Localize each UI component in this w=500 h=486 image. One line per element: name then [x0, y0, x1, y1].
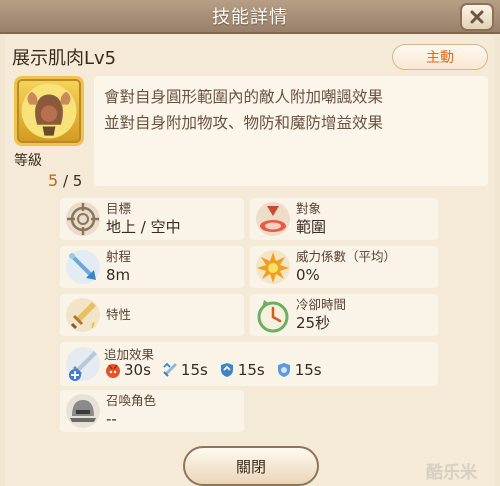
effect-item: 30s	[104, 361, 151, 379]
level-current: 5	[48, 171, 59, 190]
close-dialog-button[interactable]: 關閉	[183, 446, 319, 486]
explosion-icon	[256, 250, 290, 284]
target-label: 目標	[106, 201, 132, 216]
area-card: 對象 範圍	[250, 198, 438, 240]
effect-duration: 15s	[294, 361, 322, 379]
description-line: 會對自身圓形範圍內的敵人附加嘲諷效果	[104, 88, 384, 106]
helmet-icon	[66, 394, 100, 428]
effects-list: 30s 15s 15s 15s	[104, 361, 332, 379]
target-card: 目標 地上 / 空中	[60, 198, 244, 240]
effect-duration: 30s	[124, 361, 151, 379]
description-line: 並對自身附加物攻、物防和魔防增益效果	[104, 114, 384, 132]
cooldown-value: 25秒	[296, 314, 331, 332]
skill-muscle-icon	[14, 76, 84, 146]
summon-card: 召喚角色 --	[60, 390, 244, 432]
additional-effects-card: 追加效果 30s 15s 15s 15s	[60, 342, 438, 386]
effect-duration: 15s	[180, 361, 208, 379]
buff-sword-icon	[66, 347, 100, 381]
magic-defense-up-icon	[277, 363, 290, 377]
watermark: 酷乐米	[426, 463, 477, 483]
area-label: 對象	[296, 201, 322, 216]
range-card: 射程 8m	[60, 246, 244, 288]
target-value: 地上 / 空中	[106, 218, 181, 236]
crosshair-icon	[66, 202, 100, 236]
skill-name: 展示肌肉Lv5	[12, 48, 117, 69]
effect-item: 15s	[161, 361, 208, 379]
skill-description: 會對自身圓形範圍內的敵人附加嘲諷效果 並對自身附加物攻、物防和魔防增益效果	[94, 76, 488, 186]
clock-icon	[257, 300, 289, 333]
trait-label: 特性	[106, 307, 132, 322]
level-label: 等級	[14, 153, 42, 169]
trait-card: 特性	[60, 294, 244, 336]
range-label: 射程	[106, 249, 132, 264]
defense-up-icon	[220, 363, 233, 377]
level-value: 5 / 5	[48, 171, 82, 190]
window-title: 技能詳情	[212, 7, 288, 28]
title-bar: 技能詳情	[0, 0, 500, 34]
range-arrow-icon	[66, 250, 100, 284]
summon-value: --	[106, 410, 117, 428]
close-button[interactable]	[460, 3, 494, 31]
power-card: 威力係數（平均） 0%	[250, 246, 438, 288]
power-value: 0%	[296, 266, 320, 284]
range-value: 8m	[106, 266, 131, 284]
skill-type-badge: 主動	[392, 44, 488, 70]
effect-duration: 15s	[237, 361, 265, 379]
cooldown-label: 冷卻時間	[296, 297, 347, 312]
area-target-icon	[256, 202, 290, 236]
power-label: 威力係數（平均）	[296, 249, 397, 264]
effect-item: 15s	[218, 361, 265, 379]
attack-up-icon	[163, 362, 177, 377]
close-icon	[470, 10, 484, 24]
summon-label: 召喚角色	[106, 393, 157, 408]
area-value: 範圍	[296, 218, 327, 236]
level-max: / 5	[62, 172, 83, 190]
effect-item: 15s	[275, 361, 322, 379]
sword-icon	[66, 298, 100, 332]
cooldown-card: 冷卻時間 25秒	[250, 294, 438, 336]
taunt-icon	[106, 364, 120, 378]
